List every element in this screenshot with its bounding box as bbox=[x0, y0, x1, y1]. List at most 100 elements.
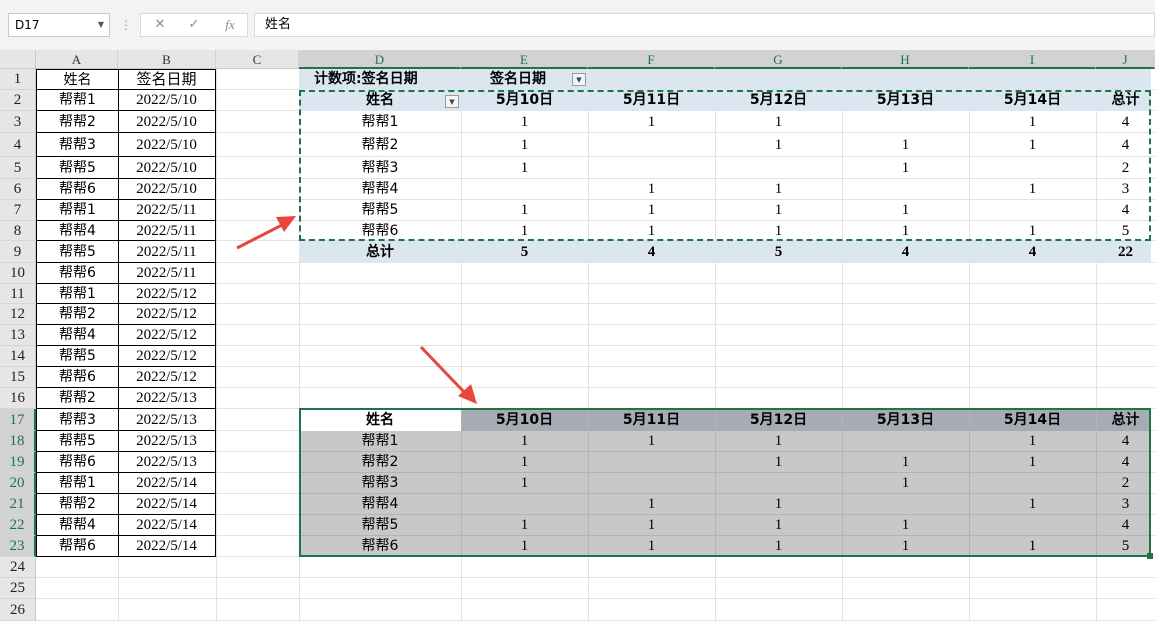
row-header-11[interactable]: 11 bbox=[0, 284, 36, 304]
source-cell[interactable]: 帮帮4 bbox=[36, 221, 119, 241]
row-header-25[interactable]: 25 bbox=[0, 578, 36, 599]
gridline bbox=[36, 598, 1155, 599]
source-cell[interactable]: 帮帮2 bbox=[36, 111, 119, 133]
row-header-21[interactable]: 21 bbox=[0, 494, 36, 515]
source-cell[interactable]: 帮帮5 bbox=[36, 431, 119, 452]
source-cell[interactable]: 帮帮2 bbox=[36, 388, 119, 409]
source-cell[interactable]: 2022/5/11 bbox=[118, 221, 216, 241]
formula-input[interactable]: 姓名 bbox=[254, 13, 1155, 37]
source-cell[interactable]: 2022/5/10 bbox=[118, 157, 216, 179]
row-header-6[interactable]: 6 bbox=[0, 179, 36, 200]
cancel-icon[interactable]: ✕ bbox=[145, 14, 175, 36]
source-cell[interactable]: 2022/5/13 bbox=[118, 388, 216, 409]
source-cell[interactable]: 帮帮2 bbox=[36, 304, 119, 325]
source-cell[interactable]: 帮帮6 bbox=[36, 179, 119, 200]
copy-marquee bbox=[299, 90, 1151, 241]
row-header-13[interactable]: 13 bbox=[0, 325, 36, 346]
name-box[interactable]: D17 ▼ bbox=[8, 13, 110, 37]
row-header-15[interactable]: 15 bbox=[0, 367, 36, 388]
source-cell[interactable]: 帮帮1 bbox=[36, 473, 119, 494]
row-header-2[interactable]: 2 bbox=[0, 90, 36, 111]
source-cell[interactable]: 帮帮1 bbox=[36, 90, 119, 111]
source-cell[interactable]: 2022/5/10 bbox=[118, 179, 216, 200]
row-header-23[interactable]: 23 bbox=[0, 536, 36, 557]
source-cell[interactable]: 2022/5/13 bbox=[118, 431, 216, 452]
source-cell[interactable]: 帮帮6 bbox=[36, 263, 119, 284]
enter-icon[interactable]: ✓ bbox=[179, 14, 209, 36]
column-header-f[interactable]: F bbox=[588, 50, 715, 69]
pivot-filter-band bbox=[299, 69, 1151, 90]
row-header-4[interactable]: 4 bbox=[0, 133, 36, 157]
column-header-h[interactable]: H bbox=[842, 50, 969, 69]
column-header-d[interactable]: D bbox=[299, 50, 461, 69]
source-cell[interactable]: 2022/5/11 bbox=[118, 200, 216, 221]
source-cell[interactable]: 帮帮6 bbox=[36, 367, 119, 388]
source-cell[interactable]: 2022/5/12 bbox=[118, 304, 216, 325]
row-header-26[interactable]: 26 bbox=[0, 599, 36, 621]
chevron-down-icon[interactable]: ▼ bbox=[98, 14, 104, 36]
row-header-20[interactable]: 20 bbox=[0, 473, 36, 494]
row-header-17[interactable]: 17 bbox=[0, 409, 36, 431]
column-header-b[interactable]: B bbox=[118, 50, 216, 69]
source-cell[interactable]: 2022/5/12 bbox=[118, 367, 216, 388]
source-cell[interactable]: 帮帮1 bbox=[36, 284, 119, 304]
row-header-9[interactable]: 9 bbox=[0, 241, 36, 263]
source-cell[interactable]: 帮帮4 bbox=[36, 515, 119, 536]
source-cell[interactable]: 2022/5/12 bbox=[118, 346, 216, 367]
source-header-cell[interactable]: 姓名 bbox=[36, 69, 119, 90]
source-cell[interactable]: 2022/5/12 bbox=[118, 325, 216, 346]
row-header-8[interactable]: 8 bbox=[0, 221, 36, 241]
column-header-i[interactable]: I bbox=[969, 50, 1096, 69]
selection-border bbox=[299, 408, 1151, 557]
row-header-24[interactable]: 24 bbox=[0, 557, 36, 578]
source-cell[interactable]: 2022/5/14 bbox=[118, 515, 216, 536]
row-header-5[interactable]: 5 bbox=[0, 157, 36, 179]
row-header-12[interactable]: 12 bbox=[0, 304, 36, 325]
source-cell[interactable]: 2022/5/10 bbox=[118, 111, 216, 133]
source-cell[interactable]: 帮帮5 bbox=[36, 346, 119, 367]
source-cell[interactable]: 2022/5/11 bbox=[118, 241, 216, 263]
source-cell[interactable]: 2022/5/10 bbox=[118, 133, 216, 157]
source-cell[interactable]: 帮帮5 bbox=[36, 157, 119, 179]
source-cell[interactable]: 2022/5/10 bbox=[118, 90, 216, 111]
source-cell[interactable]: 2022/5/13 bbox=[118, 452, 216, 473]
row-header-1[interactable]: 1 bbox=[0, 69, 36, 90]
row-header-22[interactable]: 22 bbox=[0, 515, 36, 536]
source-cell[interactable]: 2022/5/14 bbox=[118, 536, 216, 557]
source-cell[interactable]: 帮帮2 bbox=[36, 494, 119, 515]
row-header-7[interactable]: 7 bbox=[0, 200, 36, 221]
column-header-a[interactable]: A bbox=[36, 50, 118, 69]
source-cell[interactable]: 帮帮3 bbox=[36, 133, 119, 157]
source-cell[interactable]: 帮帮3 bbox=[36, 409, 119, 431]
source-cell[interactable]: 帮帮1 bbox=[36, 200, 119, 221]
row-header-18[interactable]: 18 bbox=[0, 431, 36, 452]
source-cell[interactable]: 帮帮6 bbox=[36, 452, 119, 473]
source-cell[interactable]: 2022/5/14 bbox=[118, 494, 216, 515]
column-header-e[interactable]: E bbox=[461, 50, 588, 69]
column-header-c[interactable]: C bbox=[216, 50, 299, 69]
source-cell[interactable]: 2022/5/11 bbox=[118, 263, 216, 284]
source-cell[interactable]: 2022/5/14 bbox=[118, 473, 216, 494]
gridline bbox=[36, 577, 1155, 578]
row-header-10[interactable]: 10 bbox=[0, 263, 36, 284]
fill-handle[interactable] bbox=[1147, 553, 1153, 559]
name-box-value: D17 bbox=[15, 18, 40, 32]
column-header-j[interactable]: J bbox=[1096, 50, 1155, 69]
source-header-cell[interactable]: 签名日期 bbox=[118, 69, 216, 90]
pivot-total-cell: 22 bbox=[1118, 244, 1133, 260]
row-header-16[interactable]: 16 bbox=[0, 388, 36, 409]
source-cell[interactable]: 帮帮5 bbox=[36, 241, 119, 263]
source-cell[interactable]: 2022/5/12 bbox=[118, 284, 216, 304]
row-header-14[interactable]: 14 bbox=[0, 346, 36, 367]
source-cell[interactable]: 帮帮6 bbox=[36, 536, 119, 557]
more-options-icon[interactable]: ⋮ bbox=[120, 14, 132, 36]
row-header-19[interactable]: 19 bbox=[0, 452, 36, 473]
select-all-corner[interactable] bbox=[0, 50, 36, 69]
pivot-total-label: 总计 bbox=[366, 244, 394, 260]
column-header-g[interactable]: G bbox=[715, 50, 842, 69]
source-cell[interactable]: 2022/5/13 bbox=[118, 409, 216, 431]
row-header-3[interactable]: 3 bbox=[0, 111, 36, 133]
insert-function-icon[interactable]: fx bbox=[215, 14, 245, 36]
filter-dropdown-icon[interactable]: ▼ bbox=[572, 73, 586, 86]
source-cell[interactable]: 帮帮4 bbox=[36, 325, 119, 346]
